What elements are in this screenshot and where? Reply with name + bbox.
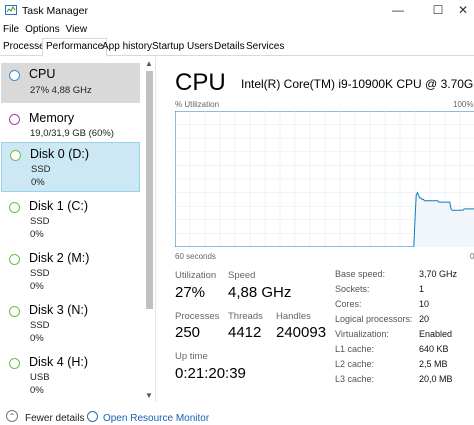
sidebar-item-memory[interactable]: Memory 19,0/31,9 GB (60%) <box>1 107 140 143</box>
maximize-button[interactable]: ☐ <box>423 0 453 20</box>
sidebar-item-type: SSD <box>31 164 51 175</box>
scroll-up-icon[interactable]: ▲ <box>145 59 153 68</box>
threads-label: Threads <box>228 311 263 322</box>
sidebar-item-title: CPU <box>29 67 56 81</box>
base-speed-value: 3,70 GHz <box>419 269 458 279</box>
sidebar-item-title: Disk 2 (M:) <box>29 251 90 265</box>
sidebar-item-usage: 0% <box>30 333 44 344</box>
tab-app-history[interactable]: App history <box>99 39 155 56</box>
disk-graph-icon <box>9 254 20 265</box>
title-bar: Task Manager — ☐ ✕ <box>0 0 474 22</box>
speed-value: 4,88 GHz <box>228 284 292 301</box>
sidebar-item-type: SSD <box>30 268 50 279</box>
footer: ⌃ Fewer details Open Resource Monitor <box>0 405 474 425</box>
disk-graph-icon <box>10 150 21 161</box>
graph-min-label: 0 <box>470 252 474 261</box>
resource-monitor-icon[interactable] <box>87 411 98 422</box>
speed-label: Speed <box>228 270 256 281</box>
sockets-label: Sockets: <box>335 284 370 294</box>
sidebar-item-detail: 27% 4,88 GHz <box>30 85 92 96</box>
sidebar-item-usage: 0% <box>30 229 44 240</box>
cpu-utilization-graph <box>175 111 474 247</box>
sidebar-item-usage: 0% <box>30 385 44 396</box>
menu-bar: File Options View <box>0 22 90 38</box>
sidebar-item-title: Disk 1 (C:) <box>29 199 89 213</box>
sidebar-item-title: Disk 3 (N:) <box>29 303 89 317</box>
memory-graph-icon <box>9 114 20 125</box>
sidebar-item-disk-0[interactable]: Disk 0 (D:) SSD 0% <box>1 142 140 192</box>
sidebar-item-disk-3[interactable]: Disk 3 (N:) SSD 0% <box>1 299 140 349</box>
tab-startup[interactable]: Startup <box>149 39 187 56</box>
scroll-down-icon[interactable]: ▼ <box>145 391 153 400</box>
sidebar-item-type: SSD <box>30 320 50 331</box>
l2-cache-label: L2 cache: <box>335 359 375 369</box>
sidebar-item-usage: 0% <box>31 177 45 188</box>
graph-duration-label: 60 seconds <box>175 252 216 261</box>
l3-cache-value: 20,0 MB <box>419 374 453 384</box>
cpu-model: Intel(R) Core(TM) i9-10900K CPU @ 3.70GH… <box>241 77 474 91</box>
window-title: Task Manager <box>22 5 88 17</box>
cores-value: 10 <box>419 299 430 309</box>
disk-graph-icon <box>9 358 20 369</box>
tab-bar: Processes Performance App history Startu… <box>0 38 474 57</box>
chevron-up-icon[interactable]: ⌃ <box>6 410 18 422</box>
sidebar-item-disk-4[interactable]: Disk 4 (H:) USB 0% <box>1 351 140 401</box>
logical-processors-label: Logical processors: <box>335 314 413 324</box>
sidebar-item-cpu[interactable]: CPU 27% 4,88 GHz <box>1 63 140 103</box>
minimize-button[interactable]: — <box>383 0 413 20</box>
graph-max-label: 100% <box>453 100 474 109</box>
cores-label: Cores: <box>335 299 362 309</box>
sidebar-item-title: Memory <box>29 111 75 125</box>
sidebar-item-type: USB <box>30 372 50 383</box>
virtualization-value: Enabled <box>419 329 453 339</box>
processes-label: Processes <box>175 311 220 322</box>
sidebar-item-detail: 19,0/31,9 GB (60%) <box>30 128 114 139</box>
cpu-detail-panel: CPU Intel(R) Core(TM) i9-10900K CPU @ 3.… <box>157 57 474 402</box>
disk-graph-icon <box>9 202 20 213</box>
close-button[interactable]: ✕ <box>452 0 474 20</box>
threads-value: 4412 <box>228 324 262 341</box>
l1-cache-value: 640 KB <box>419 344 449 354</box>
open-resource-monitor-link[interactable]: Open Resource Monitor <box>103 413 209 424</box>
fewer-details-link[interactable]: Fewer details <box>25 413 84 424</box>
sidebar-item-usage: 0% <box>30 281 44 292</box>
scroll-thumb[interactable] <box>146 71 153 309</box>
task-manager-icon <box>5 5 17 15</box>
logical-processors-value: 20 <box>419 314 430 324</box>
processes-value: 250 <box>175 324 201 341</box>
cpu-graph-icon <box>9 70 20 81</box>
virtualization-label: Virtualization: <box>335 329 389 339</box>
l1-cache-label: L1 cache: <box>335 344 375 354</box>
utilization-value: 27% <box>175 284 206 301</box>
handles-label: Handles <box>276 311 311 322</box>
l2-cache-value: 2,5 MB <box>419 359 448 369</box>
handles-value: 240093 <box>276 324 327 341</box>
sidebar-item-disk-1[interactable]: Disk 1 (C:) SSD 0% <box>1 195 140 245</box>
sidebar-scrollbar[interactable]: ▲ ▼ <box>143 57 155 402</box>
page-title: CPU <box>175 69 226 96</box>
disk-graph-icon <box>9 306 20 317</box>
tab-performance[interactable]: Performance <box>42 38 108 57</box>
resource-list: CPU 27% 4,88 GHz Memory 19,0/31,9 GB (60… <box>0 57 156 402</box>
tab-services[interactable]: Services <box>243 39 287 56</box>
menu-file[interactable]: File <box>0 22 22 38</box>
uptime-value: 0:21:20:39 <box>175 365 246 382</box>
uptime-label: Up time <box>175 351 208 362</box>
sockets-value: 1 <box>419 284 425 294</box>
sidebar-item-type: SSD <box>30 216 50 227</box>
graph-label: % Utilization <box>175 100 220 109</box>
menu-options[interactable]: Options <box>22 22 62 38</box>
sidebar-item-disk-2[interactable]: Disk 2 (M:) SSD 0% <box>1 247 140 297</box>
sidebar-item-title: Disk 0 (D:) <box>30 147 90 161</box>
l3-cache-label: L3 cache: <box>335 374 375 384</box>
utilization-label: Utilization <box>175 270 217 281</box>
menu-view[interactable]: View <box>63 22 91 38</box>
sidebar-item-title: Disk 4 (H:) <box>29 355 89 369</box>
base-speed-label: Base speed: <box>335 269 386 279</box>
